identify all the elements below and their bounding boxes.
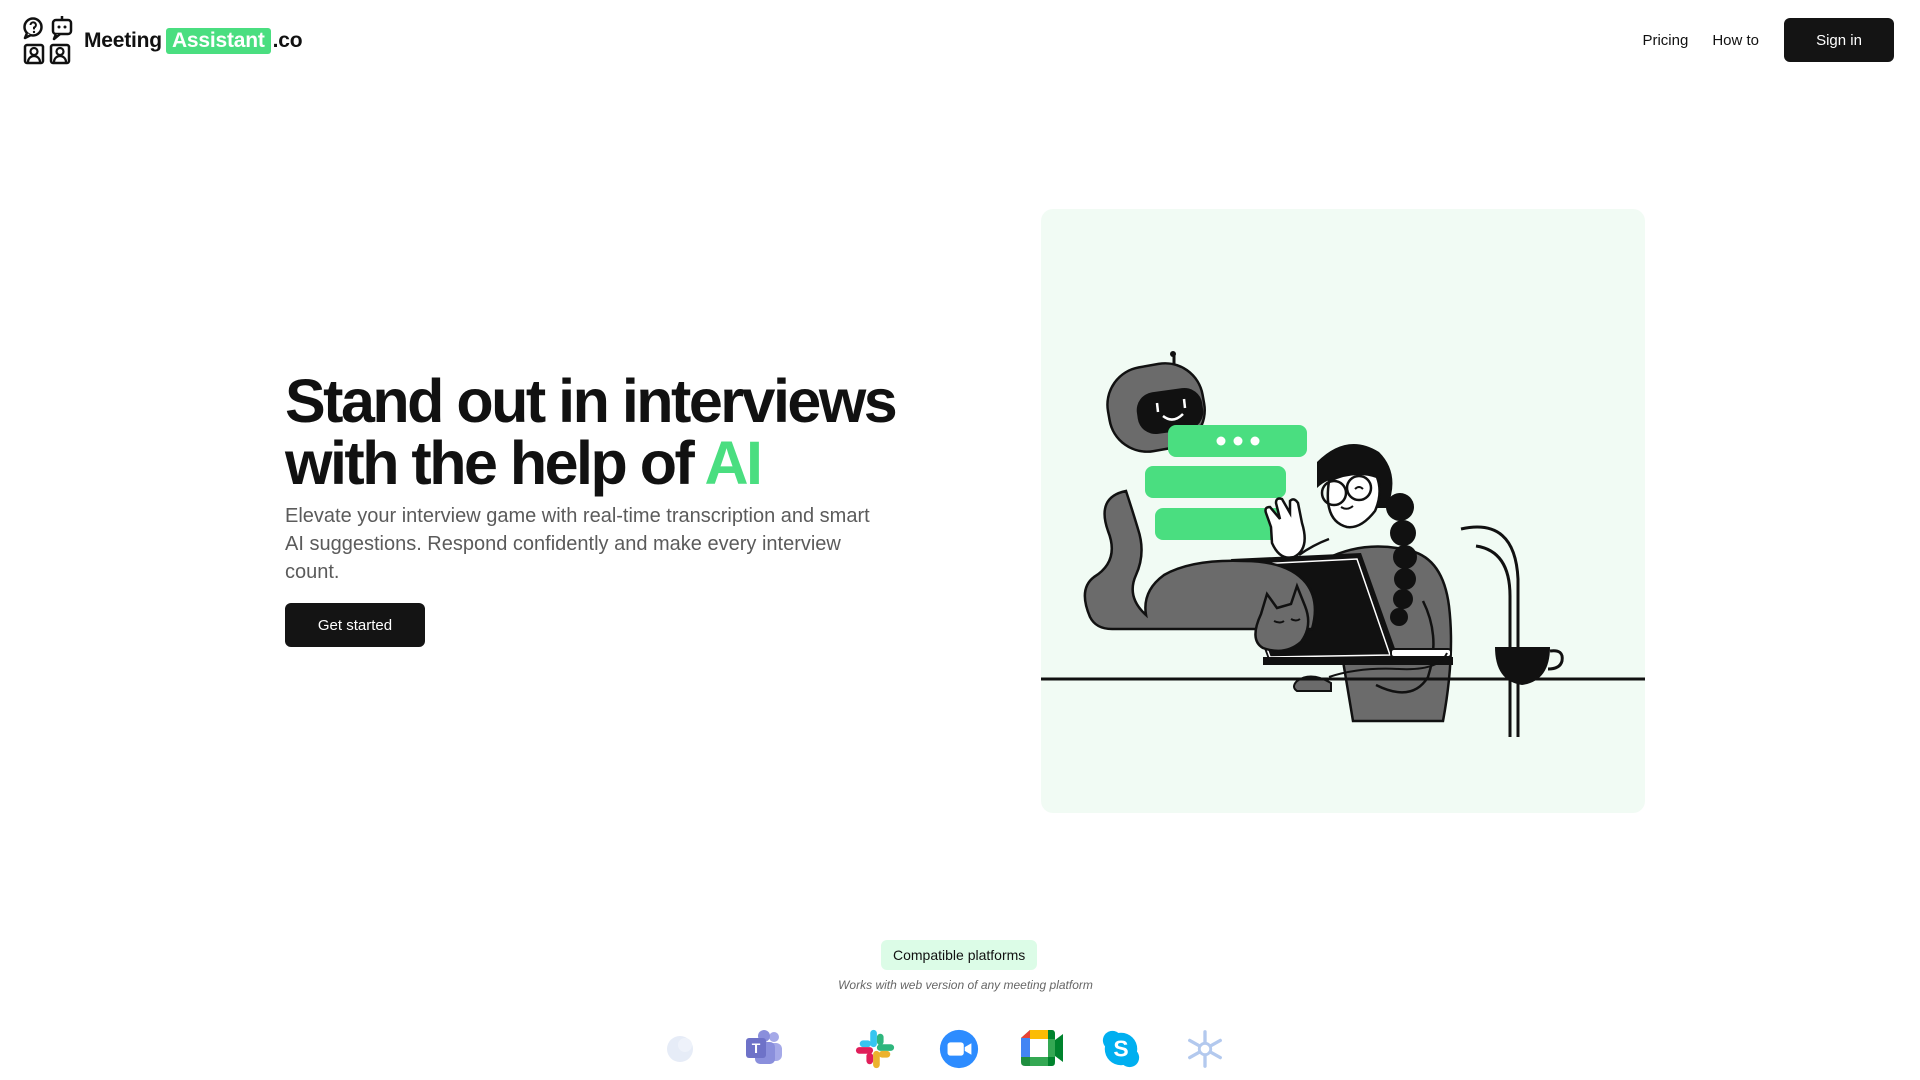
hero-title-highlight: AI (704, 429, 763, 497)
platform-item (845, 1028, 905, 1080)
brand-name-highlight: Assistant (165, 28, 271, 54)
platform-item (647, 1028, 707, 1080)
slack-icon (855, 1029, 895, 1069)
get-started-button[interactable]: Get started (285, 603, 425, 647)
zoom-icon (939, 1029, 979, 1069)
nav-how-to-link[interactable]: How to (1712, 32, 1759, 49)
brand-logo-link[interactable]: Meeting Assistant .co (22, 16, 303, 66)
snowflake-icon (1188, 1030, 1222, 1068)
hero-illustration (1041, 209, 1645, 813)
skype-icon: S (1102, 1030, 1140, 1068)
hero-title-line1: Stand out in interviews (285, 367, 898, 435)
compatible-platforms-badge: Compatible platforms (881, 940, 1038, 970)
platform-item: S (1091, 1028, 1151, 1080)
svg-text:S: S (1113, 1036, 1128, 1062)
hero-subtitle: Elevate your interview game with real-ti… (285, 505, 870, 583)
google-meet-icon (1021, 1030, 1063, 1066)
nav-pricing-link[interactable]: Pricing (1642, 32, 1688, 49)
woman-at-laptop-with-robot-and-cat-illustration (1041, 351, 1645, 737)
site-header: Meeting Assistant .co Pricing How to Sig… (0, 0, 1920, 80)
platform-item (1011, 1028, 1071, 1080)
sign-in-button[interactable]: Sign in (1784, 18, 1894, 62)
hero-title: Stand out in interviews with the help of… (285, 370, 925, 494)
platform-item (929, 1028, 989, 1080)
page: Meeting Assistant .co Pricing How to Sig… (0, 0, 1920, 1080)
hero-title-line2: with the help of (285, 429, 705, 497)
platform-item: T (734, 1028, 794, 1080)
brand-name: Meeting Assistant .co (84, 28, 303, 54)
microsoft-teams-icon: T (746, 1030, 782, 1064)
faded-platform-icon (667, 1036, 693, 1062)
brand-name-prefix: Meeting (84, 29, 162, 52)
top-nav: Pricing How to Sign in (1642, 18, 1894, 62)
svg-text:T: T (752, 1040, 761, 1056)
chat-bot-people-icon (23, 16, 73, 65)
platform-logos: T S (0, 1028, 1920, 1080)
platform-item (1175, 1028, 1235, 1080)
brand-name-suffix: .co (272, 29, 303, 52)
compatible-platforms-note: Works with web version of any meeting pl… (838, 978, 1093, 992)
